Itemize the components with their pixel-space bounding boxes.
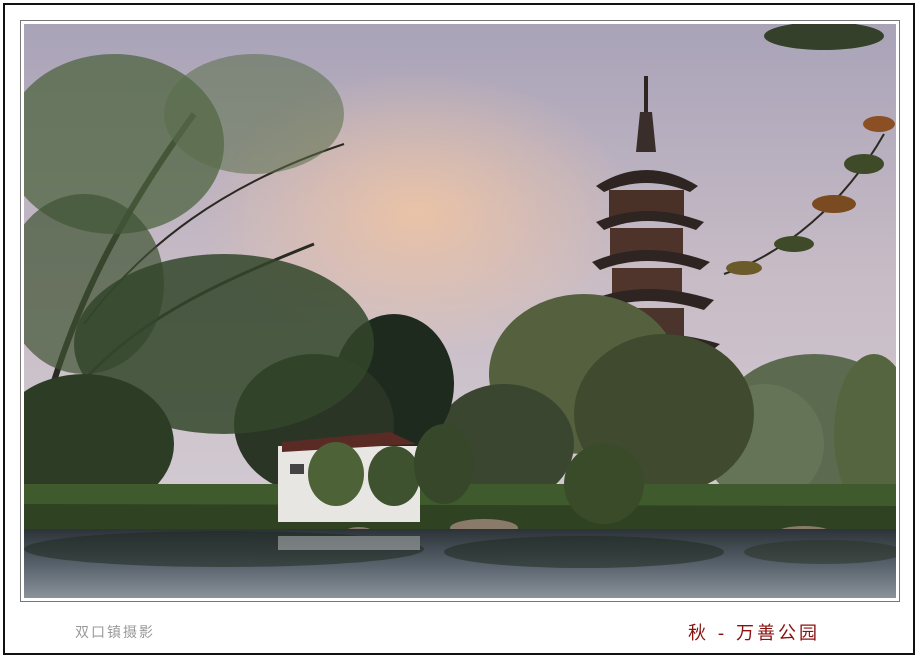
photographer-credit: 双口镇摄影 xyxy=(75,625,155,641)
photo-title: 秋 - 万善公园 xyxy=(688,623,820,644)
landscape-photo xyxy=(24,24,896,598)
